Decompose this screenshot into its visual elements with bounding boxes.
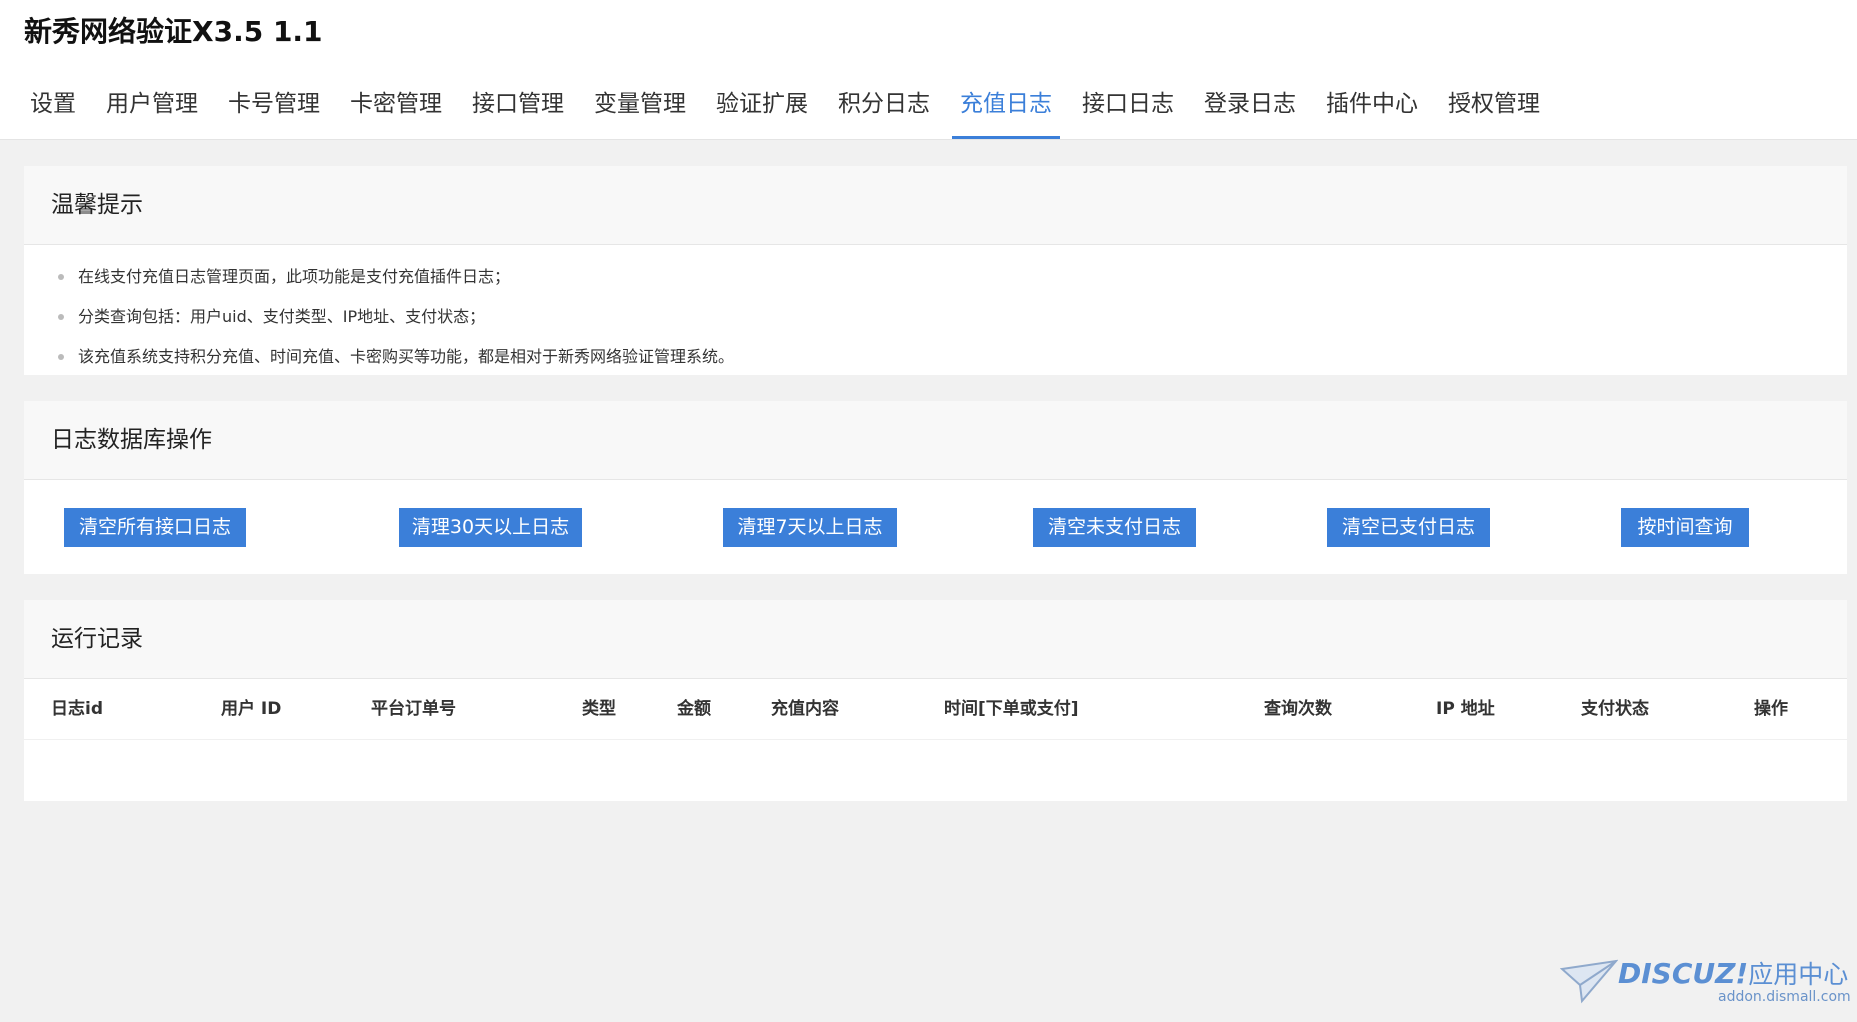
column-header-type: 类型 <box>582 699 616 719</box>
discuz-watermark: DISCUZ!应用中心 addon.dismall.com <box>1560 955 1851 1015</box>
run-log-panel: 运行记录 日志id 用户 ID 平台订单号 类型 金额 充值内容 时间[下单或支… <box>24 600 1847 801</box>
column-header-order-no: 平台订单号 <box>371 699 456 719</box>
column-header-amount: 金额 <box>677 699 711 719</box>
tip-item: 该充值系统支持积分充值、时间充值、卡密购买等功能，都是相对于新秀网络验证管理系统… <box>24 337 1847 377</box>
column-header-query-count: 查询次数 <box>1264 699 1332 719</box>
tab-settings[interactable]: 设置 <box>0 80 91 139</box>
tips-list: 在线支付充值日志管理页面，此项功能是支付充值插件日志； 分类查询包括：用户uid… <box>24 245 1847 377</box>
column-header-user-id: 用户 ID <box>221 699 282 719</box>
watermark-brand: DISCUZ!应用中心 <box>1618 957 1848 992</box>
column-header-recharge-content: 充值内容 <box>771 699 839 719</box>
clear-unpaid-logs-button[interactable]: 清空未支付日志 <box>1033 508 1196 547</box>
app-title: 新秀网络验证X3.5 1.1 <box>24 15 323 48</box>
tab-points-log[interactable]: 积分日志 <box>823 80 945 139</box>
query-by-time-button[interactable]: 按时间查询 <box>1621 508 1749 547</box>
run-log-title: 运行记录 <box>24 600 1847 679</box>
tab-plugin-center[interactable]: 插件中心 <box>1311 80 1433 139</box>
column-header-log-id: 日志id <box>51 699 103 719</box>
tab-license-management[interactable]: 授权管理 <box>1433 80 1555 139</box>
column-header-actions: 操作 <box>1754 699 1788 719</box>
watermark-brand-cn: 应用中心 <box>1748 960 1849 989</box>
tab-user-management[interactable]: 用户管理 <box>91 80 213 139</box>
column-header-ip-address: IP 地址 <box>1436 699 1495 719</box>
tip-item: 在线支付充值日志管理页面，此项功能是支付充值插件日志； <box>24 257 1847 297</box>
tab-card-number-management[interactable]: 卡号管理 <box>213 80 335 139</box>
clean-30-days-logs-button[interactable]: 清理30天以上日志 <box>399 508 582 547</box>
tab-login-log[interactable]: 登录日志 <box>1189 80 1311 139</box>
tab-verify-extension[interactable]: 验证扩展 <box>701 80 823 139</box>
tab-api-management[interactable]: 接口管理 <box>457 80 579 139</box>
watermark-brand-en: DISCUZ! <box>1618 957 1749 990</box>
tip-item: 分类查询包括：用户uid、支付类型、IP地址、支付状态； <box>24 297 1847 337</box>
tab-card-key-management[interactable]: 卡密管理 <box>335 80 457 139</box>
tab-api-log[interactable]: 接口日志 <box>1067 80 1189 139</box>
log-table-header: 日志id 用户 ID 平台订单号 类型 金额 充值内容 时间[下单或支付] 查询… <box>24 679 1847 740</box>
header: 新秀网络验证X3.5 1.1 设置 用户管理 卡号管理 卡密管理 接口管理 变量… <box>0 0 1857 140</box>
log-db-operations-title: 日志数据库操作 <box>24 401 1847 480</box>
column-header-payment-status: 支付状态 <box>1581 699 1649 719</box>
paper-plane-icon <box>1560 959 1618 1004</box>
nav-tabs: 设置 用户管理 卡号管理 卡密管理 接口管理 变量管理 验证扩展 积分日志 充值… <box>0 80 1555 139</box>
watermark-url: addon.dismall.com <box>1718 989 1851 1005</box>
clean-7-days-logs-button[interactable]: 清理7天以上日志 <box>723 508 897 547</box>
column-header-time: 时间[下单或支付] <box>944 699 1079 719</box>
clear-all-api-logs-button[interactable]: 清空所有接口日志 <box>64 508 246 547</box>
tips-panel: 温馨提示 在线支付充值日志管理页面，此项功能是支付充值插件日志； 分类查询包括：… <box>24 166 1847 375</box>
tab-variable-management[interactable]: 变量管理 <box>579 80 701 139</box>
log-db-operations-panel: 日志数据库操作 清空所有接口日志 清理30天以上日志 清理7天以上日志 清空未支… <box>24 401 1847 574</box>
tips-panel-title: 温馨提示 <box>24 166 1847 245</box>
tab-recharge-log[interactable]: 充值日志 <box>945 80 1067 139</box>
clear-paid-logs-button[interactable]: 清空已支付日志 <box>1327 508 1490 547</box>
operation-buttons: 清空所有接口日志 清理30天以上日志 清理7天以上日志 清空未支付日志 清空已支… <box>24 480 1847 575</box>
